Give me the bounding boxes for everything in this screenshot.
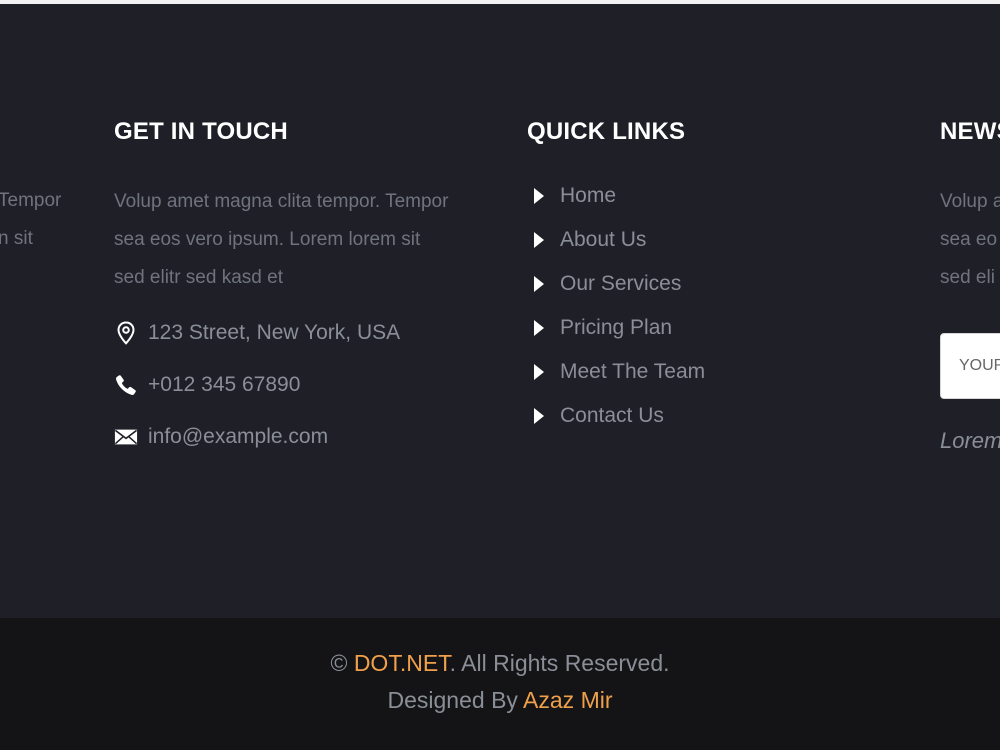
rights-text: . All Rights Reserved. (449, 650, 670, 676)
newsletter-desc-line-1: Volup a (940, 191, 1000, 212)
phone-icon (114, 373, 138, 397)
get-in-touch-title: GET IN TOUCH (114, 118, 288, 145)
get-in-touch-desc-line-2: sea eos vero ipsum. Lorem lorem sit (114, 229, 421, 250)
quick-link-home[interactable]: Home (533, 181, 616, 211)
left-column-text-line-2: n sit (0, 228, 33, 249)
footer-main: Tempor n sit GET IN TOUCH Volup amet mag… (0, 4, 1000, 618)
quick-link-label[interactable]: Pricing Plan (560, 316, 672, 340)
contact-email-text: info@example.com (148, 425, 329, 448)
newsletter-desc-line-2: sea eo (940, 229, 998, 250)
quick-link-label[interactable]: Meet The Team (560, 360, 705, 384)
caret-right-icon (533, 319, 547, 337)
quick-link-pricing-plan[interactable]: Pricing Plan (533, 313, 672, 343)
newsletter-title: NEWS (940, 118, 1000, 145)
newsletter-desc-line-3: sed eli (940, 267, 995, 288)
quick-link-meet-the-team[interactable]: Meet The Team (533, 357, 705, 387)
quick-link-contact-us[interactable]: Contact Us (533, 401, 664, 431)
copyright-line: © DOT.NET. All Rights Reserved. (0, 650, 1000, 677)
caret-right-icon (533, 407, 547, 425)
caret-right-icon (533, 363, 547, 381)
caret-right-icon (533, 187, 547, 205)
designed-by-text: Designed By (387, 687, 518, 713)
copyright-symbol: © (330, 650, 348, 676)
contact-address: 123 Street, New York, USA (114, 318, 400, 348)
map-pin-icon (114, 321, 138, 345)
newsletter-email-input[interactable] (940, 333, 1000, 399)
designed-by-line: Designed By Azaz Mir (0, 687, 1000, 714)
caret-right-icon (533, 275, 547, 293)
quick-link-label[interactable]: About Us (560, 228, 646, 252)
brand-link[interactable]: DOT.NET (354, 650, 450, 676)
quick-link-label[interactable]: Our Services (560, 272, 681, 296)
quick-links-title: QUICK LINKS (527, 118, 686, 145)
quick-link-label[interactable]: Home (560, 184, 616, 208)
contact-address-text: 123 Street, New York, USA (148, 321, 401, 344)
quick-link-our-services[interactable]: Our Services (533, 269, 681, 299)
quick-link-label[interactable]: Contact Us (560, 404, 664, 428)
contact-phone: +012 345 67890 (114, 370, 300, 400)
designer-link[interactable]: Azaz Mir (523, 687, 612, 713)
caret-right-icon (533, 231, 547, 249)
contact-email: info@example.com (114, 422, 328, 452)
get-in-touch-desc-line-3: sed elitr sed kasd et (114, 267, 283, 288)
newsletter-note: Lorem (940, 428, 1000, 453)
envelope-icon (114, 425, 138, 449)
contact-phone-text: +012 345 67890 (148, 373, 301, 396)
quick-link-about-us[interactable]: About Us (533, 225, 646, 255)
left-column-text-line-1: Tempor (0, 190, 62, 211)
copyright-bar: © DOT.NET. All Rights Reserved. Designed… (0, 618, 1000, 750)
get-in-touch-desc-line-1: Volup amet magna clita tempor. Tempor (114, 191, 449, 212)
